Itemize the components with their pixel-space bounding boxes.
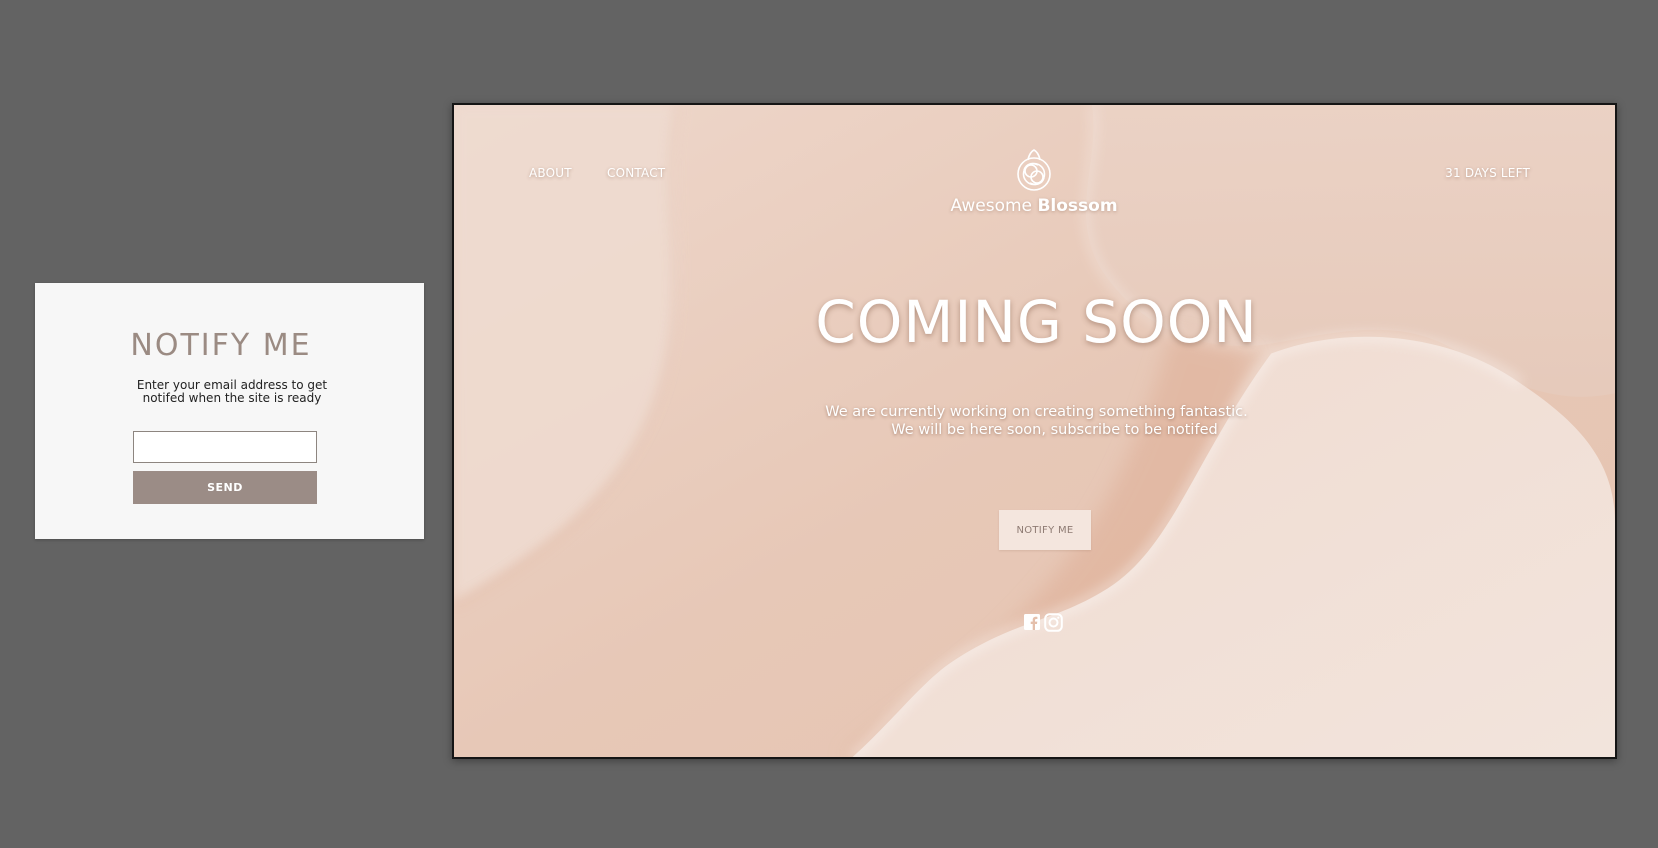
tagline-line2: We will be here soon, subscribe to be no… bbox=[891, 422, 1218, 438]
modal-description-line2: notifed when the site is ready bbox=[142, 391, 322, 405]
brand-name-light: Awesome bbox=[950, 196, 1033, 216]
countdown-label: 31 DAYS LEFT bbox=[1445, 166, 1530, 180]
coming-soon-headline: COMING SOON bbox=[815, 288, 1258, 356]
instagram-icon[interactable] bbox=[1044, 613, 1063, 632]
landing-page-frame: ABOUT CONTACT Awesome Blossom 31 DAYS LE… bbox=[452, 103, 1617, 759]
brand-logo[interactable]: Awesome Blossom bbox=[944, 148, 1124, 216]
email-input[interactable] bbox=[133, 431, 317, 463]
notify-me-button[interactable]: NOTIFY ME bbox=[999, 510, 1091, 550]
modal-description: Enter your email address to get notifed … bbox=[132, 379, 332, 405]
modal-title: NOTIFY ME bbox=[130, 328, 312, 363]
tagline: We are currently working on creating som… bbox=[454, 403, 1615, 439]
send-button[interactable]: SEND bbox=[133, 471, 317, 504]
knot-flower-icon bbox=[1017, 149, 1051, 191]
brand-name-bold: Blossom bbox=[1037, 196, 1118, 216]
modal-description-line1: Enter your email address to get bbox=[136, 378, 328, 392]
landing-content: ABOUT CONTACT Awesome Blossom 31 DAYS LE… bbox=[454, 105, 1615, 757]
facebook-icon[interactable] bbox=[1024, 614, 1040, 630]
tagline-line1: We are currently working on creating som… bbox=[825, 404, 1248, 420]
nav-contact-link[interactable]: CONTACT bbox=[607, 166, 665, 180]
brand-name: Awesome Blossom bbox=[944, 196, 1124, 216]
notify-modal: NOTIFY ME Enter your email address to ge… bbox=[35, 283, 424, 539]
nav-about-link[interactable]: ABOUT bbox=[529, 166, 572, 180]
